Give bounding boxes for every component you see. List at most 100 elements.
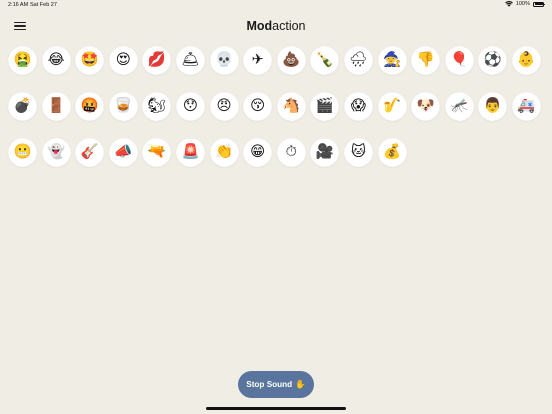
vomit-icon: 🤮 — [13, 52, 32, 69]
sound-button-airplane[interactable]: ✈ — [243, 46, 273, 75]
sound-button-laughing[interactable]: 😂 — [41, 46, 71, 75]
sound-button-ghost[interactable]: 👻 — [41, 138, 71, 167]
sound-button-grinning-face[interactable]: 😁 — [243, 138, 273, 167]
sound-button-champagne[interactable]: 🍾 — [310, 46, 340, 75]
sound-button-man[interactable]: 👨 — [478, 92, 508, 121]
poop-icon: 💩 — [282, 52, 301, 69]
sound-button-cloud-rain[interactable]: 🌧 — [343, 46, 373, 75]
sound-button-door[interactable]: 🚪 — [41, 92, 71, 121]
witch-icon: 🧙 — [383, 52, 402, 69]
sound-button-skull[interactable]: 💀 — [209, 46, 239, 75]
screaming-face-icon: 😱 — [350, 98, 366, 115]
sound-button-kissing-face[interactable]: 😚 — [243, 92, 273, 121]
movie-camera-icon: 🎥 — [315, 144, 334, 161]
man-icon: 👨 — [483, 98, 502, 115]
megaphone-icon: 📣 — [114, 144, 133, 161]
sound-button-kiss-lips[interactable]: 💋 — [142, 46, 172, 75]
sound-button-money-bag[interactable]: 💰 — [377, 138, 407, 167]
sound-button-balloon[interactable]: 🎈 — [444, 46, 474, 75]
sound-button-angry-face[interactable]: 🤬 — [75, 92, 105, 121]
sound-button-dog[interactable]: 🐶 — [411, 92, 441, 121]
sound-button-screaming-face[interactable]: 😱 — [343, 92, 373, 121]
status-bar: 2:16 AM Sat Feb 27 100% — [0, 0, 552, 12]
ambulance-icon: 🚑 — [517, 98, 536, 115]
stop-sound-label: Stop Sound — [246, 380, 293, 389]
balloon-icon: 🎈 — [450, 52, 469, 69]
saxophone-icon: 🎷 — [383, 98, 402, 115]
sound-button-cat[interactable]: 🐱 — [343, 138, 373, 167]
cat-icon: 🐱 — [350, 144, 366, 161]
door-icon: 🚪 — [47, 98, 66, 115]
sound-button-grimacing-face[interactable]: 😬 — [8, 138, 37, 167]
bell-icon: 🛎 — [181, 52, 200, 69]
sound-button-squirrel[interactable]: 🐿 — [142, 92, 172, 121]
sound-button-soccer-ball[interactable]: ⚽ — [478, 46, 508, 75]
sound-button-witch[interactable]: 🧙 — [377, 46, 407, 75]
pouting-face-icon: 😠 — [216, 98, 232, 115]
sound-button-clapperboard[interactable]: 🎬 — [310, 92, 340, 121]
mosquito-icon: 🦟 — [450, 98, 469, 115]
cloud-rain-icon: 🌧 — [349, 52, 368, 69]
status-time: 2:16 AM — [8, 2, 29, 8]
sound-button-vomit[interactable]: 🤮 — [8, 46, 37, 75]
sound-button-baby[interactable]: 👶 — [511, 46, 541, 75]
airplane-icon: ✈ — [251, 52, 264, 69]
battery-icon — [533, 1, 545, 7]
wifi-icon — [505, 1, 513, 7]
sound-button-clapping-hands[interactable]: 👏 — [209, 138, 239, 167]
clapping-hands-icon: 👏 — [215, 144, 234, 161]
sound-button-star-struck[interactable]: 🤩 — [75, 46, 105, 75]
sound-button-whiskey-glass[interactable]: 🥃 — [108, 92, 138, 121]
sound-button-stopwatch[interactable]: ⏱ — [276, 138, 306, 167]
sound-button-bell[interactable]: 🛎 — [175, 46, 205, 75]
grimacing-face-icon: 😬 — [13, 144, 32, 161]
app-title-rest: action — [272, 19, 306, 33]
horse-icon: 🐴 — [282, 98, 301, 115]
money-bag-icon: 💰 — [383, 144, 402, 161]
squirrel-icon: 🐿 — [147, 98, 167, 115]
status-indicators: 100% — [505, 1, 545, 7]
sound-button-movie-camera[interactable]: 🎥 — [310, 138, 340, 167]
baby-icon: 👶 — [517, 52, 536, 69]
angry-face-icon: 🤬 — [80, 98, 99, 115]
battery-percent: 100% — [515, 1, 530, 7]
home-indicator — [206, 407, 346, 410]
sound-button-megaphone[interactable]: 📣 — [108, 138, 138, 167]
whiskey-glass-icon: 🥃 — [114, 98, 133, 115]
sound-button-mosquito[interactable]: 🦟 — [444, 92, 474, 121]
heart-eyes-icon: 😍 — [115, 52, 131, 69]
kiss-lips-icon: 💋 — [147, 52, 166, 69]
app-title-bold: Mod — [246, 19, 273, 33]
sound-button-astonished-face[interactable]: 😯 — [175, 92, 205, 121]
dog-icon: 🐶 — [416, 98, 435, 115]
sound-button-thumbs-down[interactable]: 👎 — [411, 46, 441, 75]
stop-sound-button[interactable]: Stop Sound ✋ — [238, 371, 314, 398]
guitar-icon: 🎸 — [80, 144, 99, 161]
sound-button-siren-light[interactable]: 🚨 — [175, 138, 205, 167]
sound-button-guitar[interactable]: 🎸 — [75, 138, 105, 167]
bomb-icon: 💣 — [13, 98, 32, 115]
screen: 2:16 AM Sat Feb 27 100% Modaction 🤮 😂 🤩 😍 💋 🛎… — [0, 0, 552, 414]
app-title: Modaction — [0, 19, 552, 33]
laughing-icon: 😂 — [47, 52, 65, 69]
stopwatch-icon: ⏱ — [285, 144, 297, 161]
sound-grid: 🤮 😂 🤩 😍 💋 🛎 💀 ✈ 💩 🍾 🌧 🧙 👎 🎈 ⚽ 👶 💣 🚪 🤬 🥃 🐿 😯 😠 😚 🐴 🎬 😱 🎷 🐶 🦟 👨 🚑 😬 👻 🎸 📣 🔫 🚨 👏 😁… — [8, 46, 548, 167]
sound-button-bomb[interactable]: 💣 — [8, 92, 37, 121]
grinning-face-icon: 😁 — [250, 144, 266, 161]
raised-hand-icon: ✋ — [295, 379, 306, 390]
siren-light-icon: 🚨 — [181, 144, 200, 161]
astonished-face-icon: 😯 — [182, 98, 199, 115]
sound-button-ambulance[interactable]: 🚑 — [511, 92, 541, 121]
water-pistol-icon: 🔫 — [147, 144, 166, 161]
sound-button-poop[interactable]: 💩 — [276, 46, 306, 75]
skull-icon: 💀 — [215, 52, 234, 69]
ghost-icon: 👻 — [47, 144, 66, 161]
sound-button-horse[interactable]: 🐴 — [276, 92, 306, 121]
thumbs-down-icon: 👎 — [416, 52, 435, 69]
status-date: Sat Feb 27 — [30, 2, 57, 8]
soccer-ball-icon: ⚽ — [483, 52, 502, 69]
sound-button-saxophone[interactable]: 🎷 — [377, 92, 407, 121]
sound-button-water-pistol[interactable]: 🔫 — [142, 138, 172, 167]
sound-button-heart-eyes[interactable]: 😍 — [108, 46, 138, 75]
sound-button-pouting-face[interactable]: 😠 — [209, 92, 239, 121]
